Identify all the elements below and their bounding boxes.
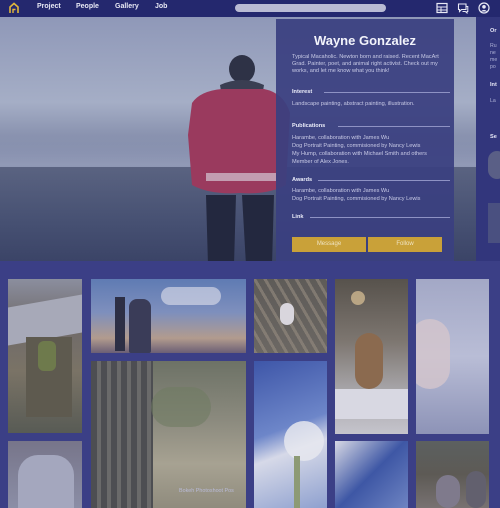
side-avatar[interactable] [488,151,500,179]
gallery-photo[interactable] [335,441,408,508]
gallery-photo[interactable] [416,441,489,508]
grid-icon[interactable] [436,2,448,14]
gallery-photo[interactable] [254,361,327,508]
side-line: La [490,98,496,104]
follow-button[interactable]: Follow [368,237,442,252]
logo-house-icon[interactable] [8,2,20,14]
publication-item[interactable]: My Hump, collaboration with Michael Smit… [292,151,452,158]
interest-divider [324,92,450,93]
user-icon[interactable] [478,2,490,14]
side-line: me [490,57,498,63]
interest-heading: Interest [292,89,313,95]
nav-job-link[interactable]: Job [155,3,167,10]
publications-divider [338,126,450,127]
side-line: ne [490,50,496,56]
side-line: po [490,64,496,70]
link-divider [310,217,450,218]
profile-bio: Typical Macaholic. Newton born and raise… [292,54,439,74]
gallery-photo[interactable] [254,279,327,353]
award-item[interactable]: Dog Portrait Painting, commisioned by Na… [292,196,452,203]
side-panel: Or Ru ne me po Int La Se [476,17,500,261]
gallery-photo[interactable] [8,279,82,433]
publication-item[interactable]: Member of Alex Jones. [292,159,452,166]
publication-item[interactable]: Dog Portrait Painting, commisioned by Na… [292,143,452,150]
gallery-photo[interactable] [416,279,489,434]
search-input[interactable] [235,4,386,12]
gallery-photo[interactable] [91,279,246,353]
top-navigation-bar: Project People Gallery Job [0,0,500,17]
chat-icon[interactable] [457,2,469,14]
publication-item[interactable]: Harambe, collaboration with James Wu [292,135,452,142]
side-title: Se [490,134,497,140]
awards-divider [318,180,450,181]
side-title: Or [490,28,497,34]
side-title: Int [490,82,497,88]
link-heading: Link [292,214,304,220]
interest-text: Landscape painting, abstract painting, i… [292,101,415,107]
nav-people-link[interactable]: People [76,3,99,10]
gallery-photo[interactable] [335,279,408,434]
profile-name: Wayne Gonzalez [313,33,417,48]
hero-person-figure [188,55,290,261]
award-item[interactable]: Harambe, collaboration with James Wu [292,188,452,195]
profile-card: Wayne Gonzalez Typical Macaholic. Newton… [276,19,454,262]
awards-heading: Awards [292,177,313,183]
side-thumbnail[interactable] [488,203,500,243]
publications-heading: Publications [292,123,326,129]
gallery-photo[interactable] [8,441,82,508]
side-line: Ru [490,43,497,49]
nav-gallery-link[interactable]: Gallery [115,3,139,10]
message-button[interactable]: Message [292,237,366,252]
nav-project-link[interactable]: Project [37,3,61,10]
gallery-photo[interactable] [91,361,246,508]
gallery-caption: Bokeh Photoshoot Pos [179,488,234,494]
